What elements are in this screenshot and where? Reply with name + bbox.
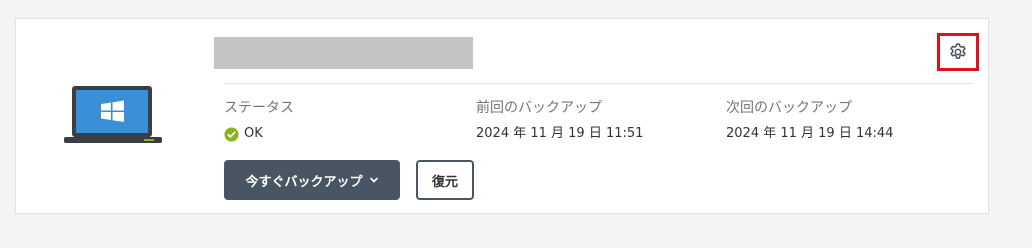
backup-now-label: 今すぐバックアップ <box>245 174 363 190</box>
next-backup-label: 次回のバックアップ <box>726 100 852 116</box>
status-column: ステータス OK <box>224 98 294 144</box>
status-label: ステータス <box>224 100 294 116</box>
device-card: ステータス OK 前回のバックアップ 2024 年 11 月 19 日 11:5… <box>15 18 989 214</box>
last-backup-column: 前回のバックアップ 2024 年 11 月 19 日 11:51 <box>476 98 643 144</box>
device-name-redacted <box>214 37 473 69</box>
divider <box>224 83 973 84</box>
windows-laptop-icon <box>64 85 162 145</box>
check-circle-icon <box>224 126 239 142</box>
settings-button[interactable] <box>937 33 979 71</box>
last-backup-label: 前回のバックアップ <box>476 100 602 116</box>
gear-icon <box>950 43 966 59</box>
restore-button[interactable]: 復元 <box>416 160 474 200</box>
next-backup-column: 次回のバックアップ 2024 年 11 月 19 日 14:44 <box>726 98 893 144</box>
status-value: OK <box>224 124 294 144</box>
backup-now-button[interactable]: 今すぐバックアップ <box>224 160 400 200</box>
last-backup-value: 2024 年 11 月 19 日 11:51 <box>476 126 644 141</box>
restore-label: 復元 <box>431 174 458 190</box>
next-backup-value: 2024 年 11 月 19 日 14:44 <box>726 126 894 141</box>
chevron-down-icon <box>369 177 378 183</box>
status-text: OK <box>244 126 263 141</box>
